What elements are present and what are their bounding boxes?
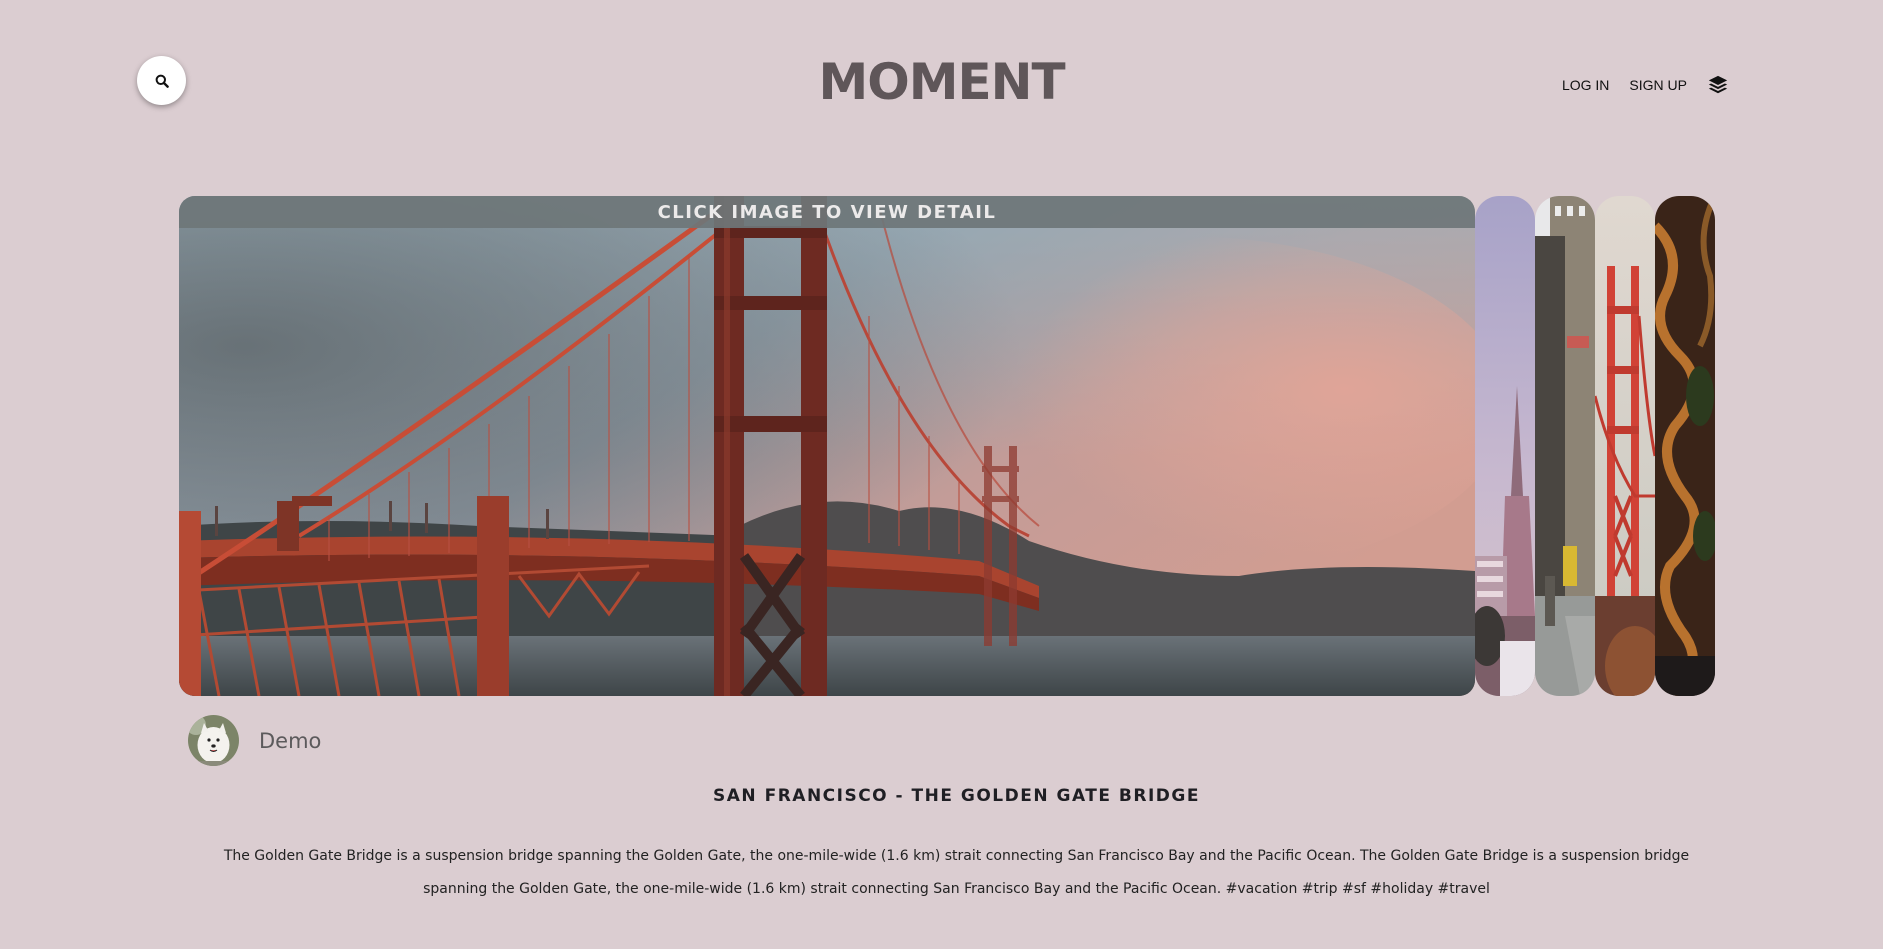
lombard-street-aerial-photo	[1655, 196, 1715, 696]
featured-photo[interactable]: CLICK IMAGE TO VIEW DETAIL	[179, 196, 1475, 696]
page: MOMENT LOG IN SIGN UP CLICK IMAGE TO VIE…	[0, 0, 1883, 949]
author-name[interactable]: Demo	[259, 729, 321, 753]
author-info: Demo	[188, 715, 321, 766]
login-link[interactable]: LOG IN	[1562, 77, 1609, 93]
golden-gate-bridge-photo	[179, 196, 1475, 696]
layers-icon[interactable]	[1707, 74, 1729, 96]
thumbnail-3[interactable]	[1595, 196, 1655, 696]
thumbnail-1[interactable]	[1475, 196, 1535, 696]
view-detail-banner[interactable]: CLICK IMAGE TO VIEW DETAIL	[179, 196, 1475, 228]
golden-gate-tower-photo	[1595, 196, 1655, 696]
transamerica-pyramid-photo	[1475, 196, 1535, 696]
post-description: The Golden Gate Bridge is a suspension b…	[223, 848, 1690, 897]
city-street-photo	[1535, 196, 1595, 696]
avatar[interactable]	[188, 715, 239, 766]
signup-link[interactable]: SIGN UP	[1629, 77, 1687, 93]
post-title: SAN FRANCISCO - THE GOLDEN GATE BRIDGE	[713, 786, 1200, 806]
thumbnail-4[interactable]	[1655, 196, 1715, 696]
thumbnail-2[interactable]	[1535, 196, 1595, 696]
top-nav: LOG IN SIGN UP	[1562, 74, 1729, 96]
samoyed-dog-avatar	[188, 715, 239, 766]
